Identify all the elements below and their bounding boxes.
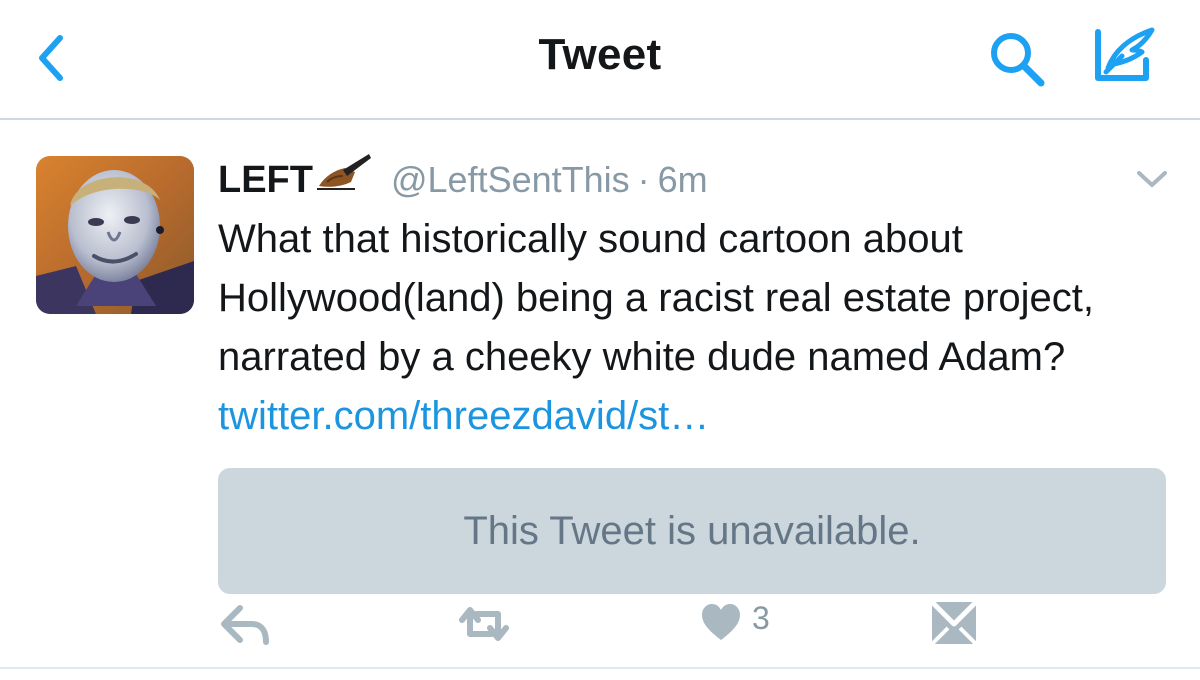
separator-dot: ·: [637, 159, 650, 200]
heart-icon: [702, 604, 740, 640]
compose-tweet-icon[interactable]: [1088, 24, 1160, 86]
tweet-timestamp: 6m: [657, 159, 708, 200]
quoted-tweet-card[interactable]: This Tweet is unavailable.: [218, 468, 1166, 594]
tweet-text: What that historically sound cartoon abo…: [218, 210, 1178, 446]
divider: [0, 667, 1200, 669]
avatar[interactable]: [36, 156, 194, 314]
tweet-actions: 3: [0, 594, 1200, 654]
display-name[interactable]: LEFT: [218, 159, 313, 202]
tweet-header: LEFT @LeftSentThis · 6m: [218, 152, 708, 208]
tweet-link[interactable]: twitter.com/threezdavid/st…: [218, 394, 709, 438]
writing-hand-emoji-icon: [316, 154, 371, 190]
tweet-body: What that historically sound cartoon abo…: [218, 217, 1094, 379]
direct-message-icon[interactable]: [928, 594, 980, 654]
tweet[interactable]: LEFT @LeftSentThis · 6m What that histor…: [0, 120, 1200, 668]
chevron-down-icon[interactable]: [1135, 168, 1169, 190]
like-count: 3: [752, 600, 770, 636]
reply-icon[interactable]: [218, 594, 272, 654]
user-handle[interactable]: @LeftSentThis: [391, 159, 630, 201]
unavailable-message: This Tweet is unavailable.: [463, 508, 921, 553]
retweet-icon[interactable]: [452, 594, 516, 654]
navigation-bar: Tweet: [0, 0, 1200, 120]
search-icon[interactable]: [985, 28, 1051, 90]
like-button[interactable]: 3: [700, 594, 790, 654]
